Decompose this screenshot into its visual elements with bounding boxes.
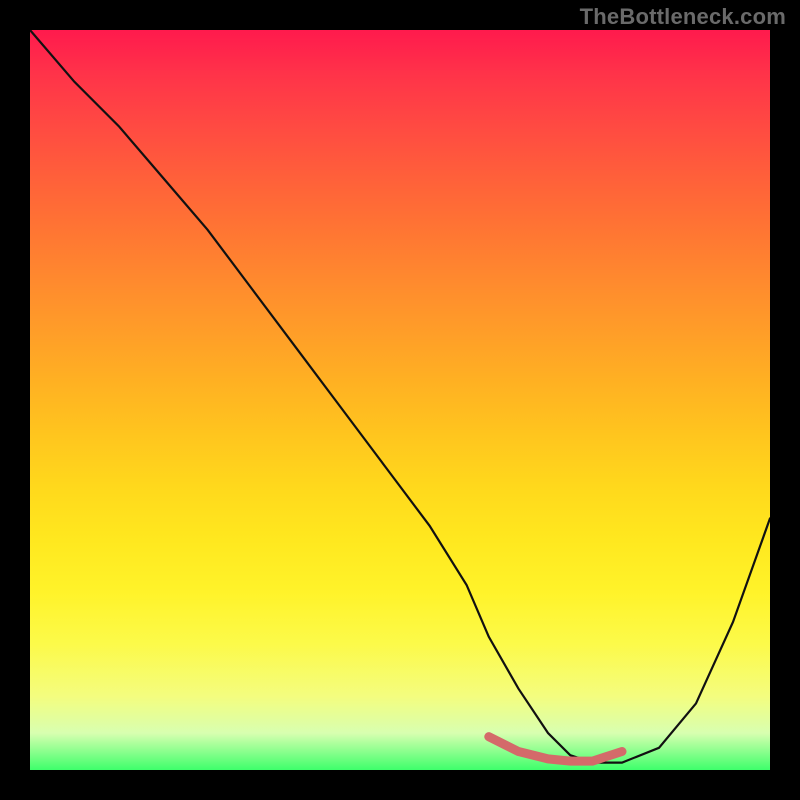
watermark-text: TheBottleneck.com (580, 4, 786, 30)
chart-svg (30, 30, 770, 770)
chart-plot-area (30, 30, 770, 770)
bottleneck-curve (30, 30, 770, 763)
